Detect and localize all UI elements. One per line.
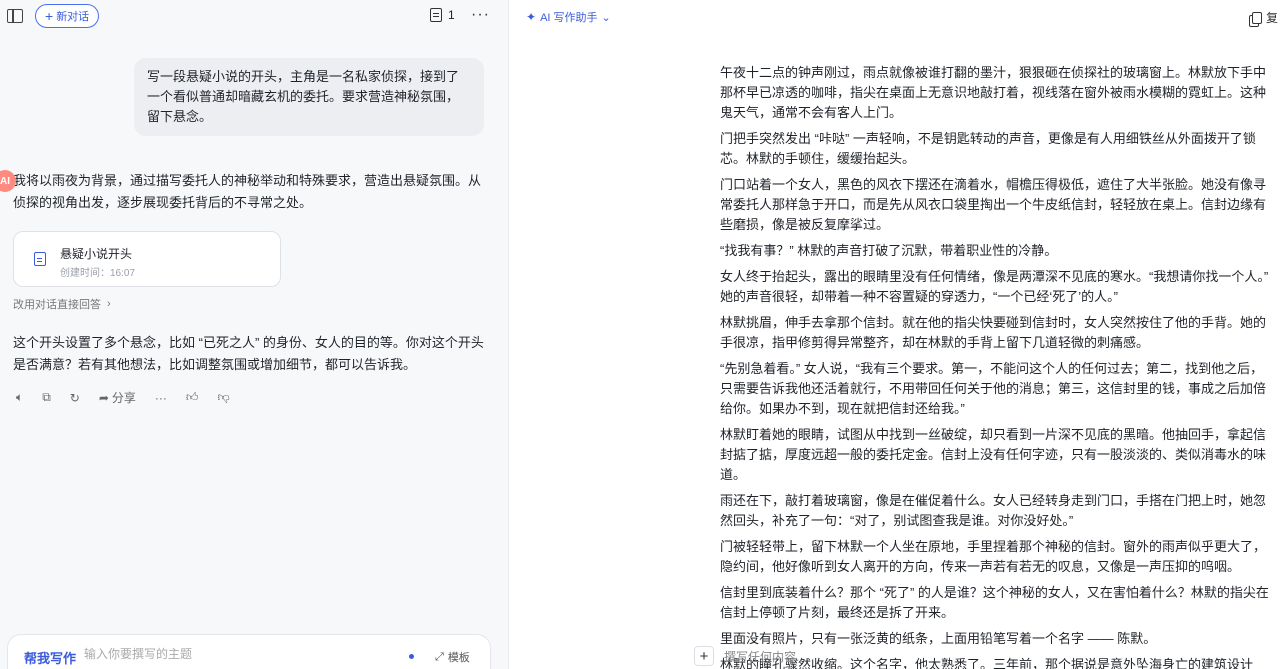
chat-toolbar: + 新对话 1 ··· <box>0 0 508 34</box>
ai-followup-message: 这个开头设置了多个悬念，比如 “已死之人” 的身份、女人的目的等。你对这个开头是… <box>13 335 484 372</box>
document-icon <box>430 8 442 22</box>
direct-reply-link[interactable]: 改用对话直接回答 › <box>13 296 111 312</box>
thumbs-down-icon[interactable]: 👎︎ <box>217 390 229 405</box>
new-chat-label: 新对话 <box>56 11 90 23</box>
story-paragraph: 林默挑眉，伸手去拿那个信封。就在他的指尖快要碰到信封时，女人突然按住了他的手背。… <box>720 315 1267 350</box>
template-label: 模板 <box>447 652 470 664</box>
copy-label: 复 <box>1266 11 1279 25</box>
story-paragraph: 信封里到底装着什么？那个 “死了” 的人是谁？这个神秘的女人，又在害怕着什么？林… <box>720 585 1269 620</box>
story-paragraph: 女人终于抬起头，露出的眼睛里没有任何情绪，像是两潭深不见底的寒水。“我想请你找一… <box>720 269 1269 304</box>
more-icon[interactable]: ··· <box>155 391 167 405</box>
document-card-title: 悬疑小说开头 <box>60 247 133 261</box>
chat-panel: + 新对话 1 ··· 写一段悬疑小说的开头，主角是一名私家侦探，接到了一个看似… <box>0 0 509 669</box>
story-paragraph: “找我有事？” 林默的声音打破了沉默，带着职业性的冷静。 <box>720 243 1058 258</box>
chevron-right-icon: › <box>107 298 111 310</box>
direct-reply-label: 改用对话直接回答 <box>13 299 101 311</box>
sparkle-icon: ✦ <box>526 10 537 24</box>
user-message: 写一段悬疑小说的开头，主角是一名私家侦探，接到了一个看似普通却暗藏玄机的委托。要… <box>134 58 484 136</box>
story-paragraph: 门口站着一个女人，黑色的风衣下摆还在滴着水，帽檐压得极低，遮住了大半张脸。她没有… <box>720 177 1267 232</box>
chevron-down-icon: ⌄ <box>601 11 611 24</box>
share-button[interactable]: ➦ 分享 <box>99 389 136 406</box>
more-options-icon[interactable]: ··· <box>471 6 490 24</box>
document-editor-panel: ✦ AI 写作助手 ⌄ 复 午夜十二点的钟声刚过，雨点就像被谁打翻的墨汁，狠狠砸… <box>510 0 1280 669</box>
message-actions: 🔈︎ ⧉ ↻ ➦ 分享 ··· 👍︎ 👎︎ <box>16 389 230 406</box>
document-card[interactable]: 悬疑小说开头 创建时间：16:07 <box>13 231 281 287</box>
topic-input[interactable] <box>84 647 394 661</box>
indicator-dot-icon <box>409 654 414 659</box>
document-card-time: 创建时间：16:07 <box>60 268 136 279</box>
story-paragraph: 午夜十二点的钟声刚过，雨点就像被谁打翻的墨汁，狠狠砸在侦探社的玻璃窗上。林默放下… <box>720 65 1267 120</box>
story-paragraph: “先别急着看。” 女人说，“我有三个要求。第一，不能问这个人的任何过去；第二，找… <box>720 361 1267 416</box>
template-button[interactable]: ⤢ 模板 <box>435 649 470 665</box>
document-count-button[interactable]: 1 <box>430 8 455 22</box>
ai-intro-message: 我将以雨夜为背景，通过描写委托人的神秘举动和特殊要求，营造出悬疑氛围。从侦探的视… <box>13 173 482 210</box>
copy-icon[interactable]: ⧉ <box>42 390 51 405</box>
plus-icon: + <box>45 8 54 24</box>
thumbs-up-icon[interactable]: 👍︎ <box>186 390 199 405</box>
copy-icon <box>1252 11 1262 24</box>
copy-document-button[interactable]: 复 <box>1252 9 1278 26</box>
new-chat-button[interactable]: + 新对话 <box>35 4 100 28</box>
share-icon: ➦ <box>98 390 109 405</box>
document-count: 1 <box>448 8 455 22</box>
editor-placeholder[interactable]: 撰写任何内容... <box>724 648 806 665</box>
story-paragraph: 雨还在下，敲打着玻璃窗，像是在催促着什么。女人已经转身走到门口，手搭在门把上时，… <box>720 493 1267 528</box>
document-edit-icon <box>34 252 46 266</box>
story-article[interactable]: 午夜十二点的钟声刚过，雨点就像被谁打翻的墨汁，狠狠砸在侦探社的玻璃窗上。林默放下… <box>720 63 1270 669</box>
story-paragraph: 门把手突然发出 “咔哒” 一声轻响，不是钥匙转动的声音，更像是有人用细铁丝从外面… <box>720 131 1256 166</box>
story-paragraph: 林默盯着她的眼睛，试图从中找到一丝破绽，却只看到一片深不见底的黑暗。他抽回手，拿… <box>720 427 1267 482</box>
speaker-icon[interactable]: 🔈︎ <box>16 390 23 405</box>
sidebar-toggle-icon[interactable] <box>7 9 23 23</box>
ai-assistant-label: AI 写作助手 <box>540 12 598 24</box>
regenerate-icon[interactable]: ↻ <box>70 391 80 405</box>
share-label: 分享 <box>111 391 136 405</box>
expand-icon: ⤢ <box>435 650 444 663</box>
add-block-icon[interactable]: + <box>694 646 714 666</box>
ai-assistant-dropdown[interactable]: ✦ AI 写作助手 ⌄ <box>526 9 611 25</box>
bottom-editor-bar: + 撰写任何内容... <box>694 646 806 666</box>
story-paragraph: 门被轻轻带上，留下林默一个人坐在原地，手里捏着那个神秘的信封。窗外的雨声似乎更大… <box>720 539 1267 574</box>
write-mode-label[interactable]: 帮我写作 <box>24 648 76 667</box>
writing-composer: 帮我写作 ⤢ 模板 <box>7 634 491 669</box>
